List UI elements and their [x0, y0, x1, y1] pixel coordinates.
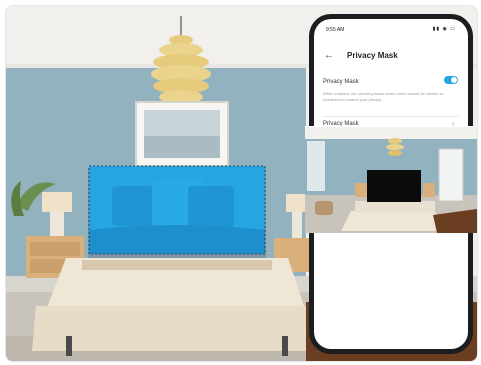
nav-bar: ← Privacy Mask [314, 49, 468, 65]
status-icons: ▮▮ ◉ ▭ [432, 26, 456, 32]
privacy-mask-description: When enabled, the current privacy mask z… [323, 91, 444, 102]
masked-area [367, 170, 421, 202]
toggle-knob [451, 77, 457, 83]
privacy-mask-toggle-label: Privacy Mask [323, 79, 359, 85]
wall-art [135, 101, 229, 167]
privacy-mask-toggle[interactable] [444, 76, 458, 84]
privacy-mask-zone [88, 165, 266, 255]
status-time: 9:55 AM [326, 27, 345, 33]
arrow-left-icon[interactable]: ← [324, 49, 334, 63]
product-image-frame: 9:55 AM ▮▮ ◉ ▭ ← Privacy Mask Privacy Ma… [5, 5, 478, 362]
page-title: Privacy Mask [347, 51, 398, 60]
bed [32, 258, 318, 356]
divider [323, 116, 459, 117]
camera-preview [305, 126, 477, 233]
